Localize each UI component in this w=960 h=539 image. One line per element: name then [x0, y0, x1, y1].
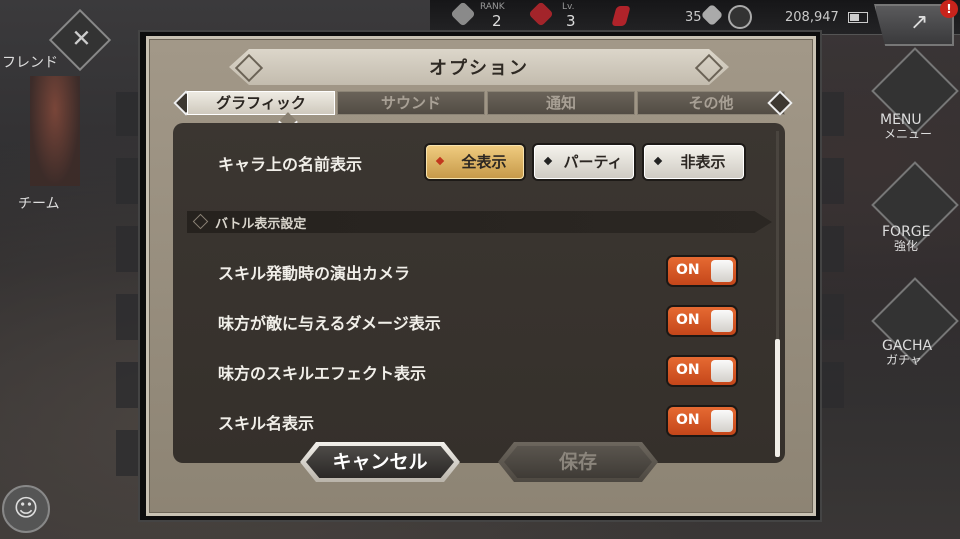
scrollbar-thumb[interactable] — [775, 339, 780, 457]
name-display-option-all[interactable]: 全表示 — [426, 145, 524, 179]
level-icon — [528, 1, 554, 27]
toggle-state: ON — [676, 312, 700, 328]
save-button[interactable]: 保存 — [498, 442, 658, 482]
option-label: パーティ — [563, 153, 623, 171]
section-title: バトル表示設定 — [215, 217, 307, 232]
diamond-marker-icon — [435, 156, 445, 166]
level-label: Lv. — [562, 2, 575, 12]
tab-graphics[interactable]: グラフィック — [187, 91, 335, 115]
stone-count: 35 — [685, 10, 702, 25]
option-label: 全表示 — [461, 153, 507, 171]
gacha-label-jp: ガチャ — [886, 353, 922, 367]
smiley-icon: ☺ — [13, 494, 39, 522]
close-icon: ✕ — [71, 24, 92, 53]
section-diamond-icon — [192, 213, 209, 230]
toggle-knob — [711, 410, 733, 432]
diamond-marker-icon — [653, 156, 663, 166]
character-portrait — [30, 76, 80, 186]
save-button-label: 保存 — [504, 446, 652, 478]
skill-camera-label: スキル発動時の演出カメラ — [218, 264, 411, 283]
friends-label: フレンド — [2, 55, 58, 71]
options-dialog: オプション グラフィック サウンド 通知 その他 キャラ上の名前表示 全表示 パ… — [146, 36, 816, 516]
cancel-button[interactable]: キャンセル — [300, 442, 460, 482]
toggle-knob — [711, 260, 733, 282]
toggle-state: ON — [676, 412, 700, 428]
rank-label: RANK — [480, 2, 505, 12]
battery-icon — [848, 12, 868, 23]
cancel-button-label: キャンセル — [306, 446, 454, 478]
option-label: 非表示 — [680, 153, 726, 171]
ally-damage-label: 味方が敵に与えるダメージ表示 — [218, 314, 441, 333]
coin-icon — [728, 5, 752, 29]
stone-icon — [700, 3, 724, 27]
rank-value: 2 — [492, 12, 502, 30]
crystal-icon — [611, 6, 631, 26]
ally-skill-effect-toggle[interactable]: ON — [668, 357, 736, 385]
diamond-marker-icon — [543, 156, 553, 166]
dialog-title-bar: オプション — [229, 49, 729, 85]
toggle-knob — [711, 310, 733, 332]
notification-badge: ! — [940, 0, 958, 18]
menu-label-jp: メニュー — [884, 127, 933, 141]
name-display-label: キャラ上の名前表示 — [218, 155, 363, 174]
level-value: 3 — [566, 12, 576, 30]
rank-icon — [450, 1, 476, 27]
ally-damage-toggle[interactable]: ON — [668, 307, 736, 335]
tab-other[interactable]: その他 — [637, 91, 785, 115]
coin-count: 208,947 — [785, 10, 839, 25]
toggle-knob — [711, 360, 733, 382]
team-label: チーム — [18, 196, 60, 212]
tab-bar: グラフィック サウンド 通知 その他 — [173, 90, 793, 132]
skill-camera-toggle[interactable]: ON — [668, 257, 736, 285]
dialog-title: オプション — [429, 58, 529, 79]
settings-panel: キャラ上の名前表示 全表示 パーティ 非表示 バトル表示設定 スキル発動時の演出… — [173, 123, 785, 463]
chat-button[interactable]: ☺ — [2, 485, 50, 533]
battle-display-section-header: バトル表示設定 — [187, 211, 772, 233]
name-display-option-hide[interactable]: 非表示 — [644, 145, 744, 179]
ally-skill-effect-label: 味方のスキルエフェクト表示 — [218, 364, 427, 383]
toggle-state: ON — [676, 362, 700, 378]
skill-name-label: スキル名表示 — [218, 414, 315, 433]
tab-sound[interactable]: サウンド — [337, 91, 485, 115]
exit-arrow-icon: ↗ — [910, 10, 929, 35]
skill-name-toggle[interactable]: ON — [668, 407, 736, 435]
toggle-state: ON — [676, 262, 700, 278]
forge-label-jp: 強化 — [894, 239, 919, 253]
tab-notifications[interactable]: 通知 — [487, 91, 635, 115]
name-display-option-party[interactable]: パーティ — [534, 145, 634, 179]
